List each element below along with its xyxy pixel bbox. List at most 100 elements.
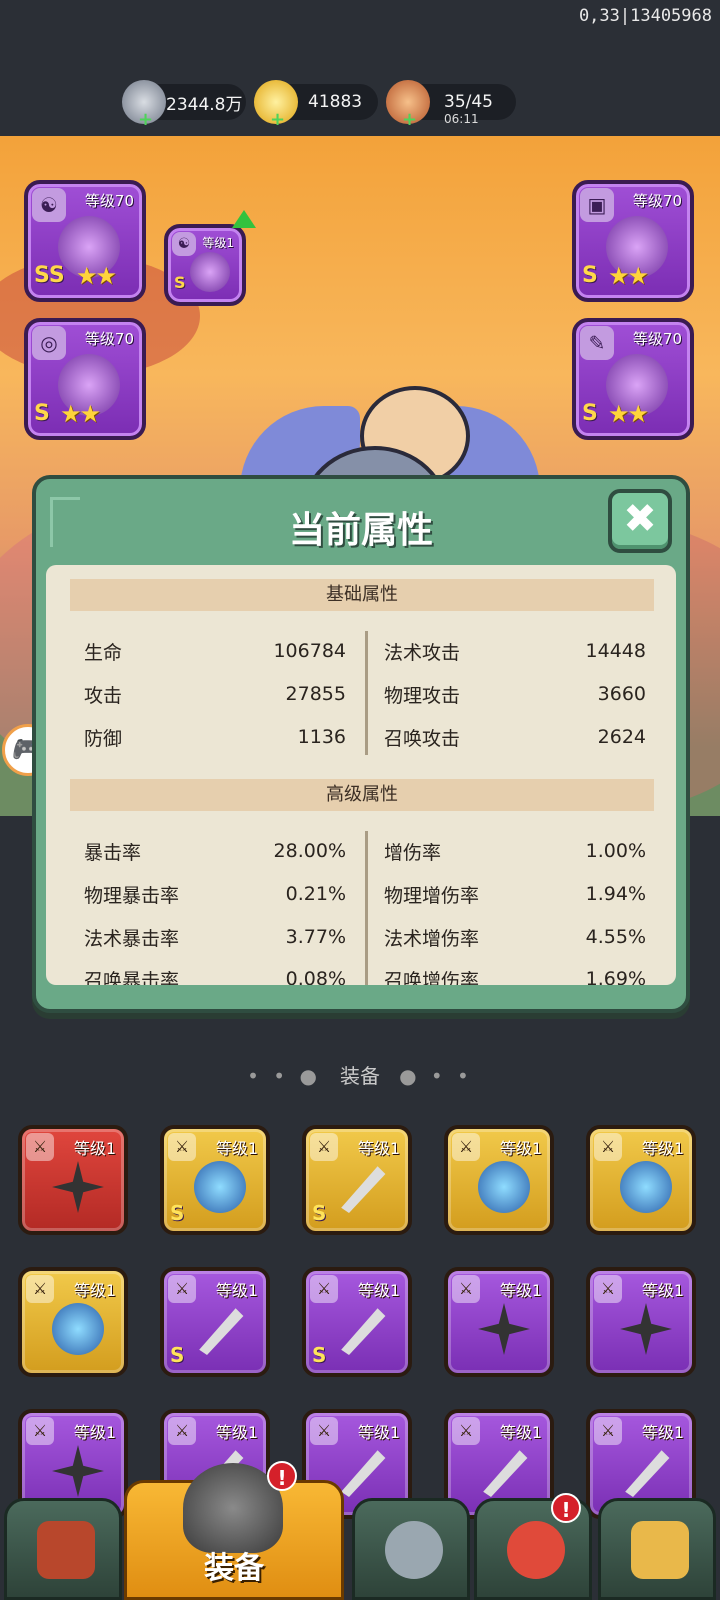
equip-slot-right-mid[interactable]: ✎ 等级70 S ★★ xyxy=(572,318,694,440)
equipment-label: 装备 xyxy=(340,1064,380,1088)
attr-label: 增伤率 xyxy=(384,841,442,864)
attr-value: 1136 xyxy=(297,726,346,748)
attr-row: 物理增伤率 1.94% xyxy=(384,878,646,910)
orb-icon xyxy=(52,1303,104,1355)
equipment-card[interactable]: ⚔ 等级1 xyxy=(444,1267,554,1377)
attr-row: 法术增伤率 4.55% xyxy=(384,921,646,953)
attr-value: 4.55% xyxy=(585,926,646,948)
stamina-value: 35/45 xyxy=(444,92,493,112)
equipment-card[interactable]: ⚔ 等级1 xyxy=(586,1125,696,1235)
equipment-card[interactable]: ⚔ 等级1 xyxy=(586,1267,696,1377)
orb-icon xyxy=(194,1161,246,1213)
weapon-type-icon: ⚔ xyxy=(26,1133,54,1161)
attr-row: 召唤暴击率 0.08% xyxy=(84,963,346,985)
attr-value: 14448 xyxy=(585,640,646,662)
weapon-type-icon: ⚔ xyxy=(168,1133,196,1161)
card-level: 等级1 xyxy=(73,1423,116,1442)
tab-equipment-label: 装备 xyxy=(204,1551,264,1586)
page-dots-left: • • ● xyxy=(247,1064,321,1088)
card-level: 等级1 xyxy=(499,1139,542,1158)
equipment-card[interactable]: ⚔ 等级1 S xyxy=(302,1267,412,1377)
stamina-timer: 06:11 xyxy=(444,112,479,126)
gold-resource[interactable]: + 41883 xyxy=(254,80,378,130)
plus-icon[interactable]: + xyxy=(138,109,153,130)
resource-bar: + 2344.8万 + 41883 + 35/45 06:11 xyxy=(0,80,720,130)
alert-badge: ! xyxy=(267,1461,297,1491)
scroll-icon: ✎ xyxy=(580,326,614,360)
tab-forge[interactable] xyxy=(352,1498,470,1600)
card-grade: S xyxy=(170,1343,185,1367)
card-level: 等级1 xyxy=(357,1281,400,1300)
pagoda-icon xyxy=(37,1521,95,1579)
attr-value: 28.00% xyxy=(273,840,346,862)
plus-icon[interactable]: + xyxy=(402,109,417,130)
tab-pets[interactable]: ! xyxy=(474,1493,592,1600)
plus-icon[interactable]: + xyxy=(270,109,285,130)
tab-equipment[interactable]: ! 装备 xyxy=(124,1461,344,1600)
card-level: 等级1 xyxy=(73,1139,116,1158)
weapon-type-icon: ⚔ xyxy=(310,1275,338,1303)
debug-readout: 0,33|13405968 xyxy=(578,6,712,26)
equip-slot-left-top[interactable]: ☯ 等级70 SS ★★ xyxy=(24,180,146,302)
card-level: 等级1 xyxy=(641,1423,684,1442)
tab-shop[interactable] xyxy=(4,1498,122,1600)
attributes-panel[interactable]: 基础属性 生命 106784 法术攻击 14448 攻击 27855 物理攻击 3660… xyxy=(46,565,676,985)
equipment-card[interactable]: ⚔ 等级1 xyxy=(18,1267,128,1377)
armor-icon: ▣ xyxy=(580,188,614,222)
chain-item-slot[interactable]: ☯ 等级1 S xyxy=(164,224,246,306)
slot-grade: S xyxy=(34,401,50,426)
attr-label: 召唤暴击率 xyxy=(84,969,180,986)
weapon-type-icon: ⚔ xyxy=(310,1417,338,1445)
weapon-type-icon: ⚔ xyxy=(26,1275,54,1303)
equipment-card[interactable]: ⚔ 等级1 S xyxy=(160,1267,270,1377)
attr-row: 攻击 27855 xyxy=(84,678,346,710)
attr-value: 1.94% xyxy=(585,883,646,905)
equip-slot-left-mid[interactable]: ◎ 等级70 S ★★ xyxy=(24,318,146,440)
alert-badge: ! xyxy=(551,1493,581,1523)
card-level: 等级1 xyxy=(357,1139,400,1158)
tab-upgrade[interactable] xyxy=(598,1498,716,1600)
attr-label: 暴击率 xyxy=(84,841,142,864)
attr-row: 召唤攻击 2624 xyxy=(384,721,646,753)
equipment-card[interactable]: ⚔ 等级1 xyxy=(444,1125,554,1235)
weapon-type-icon: ⚔ xyxy=(168,1417,196,1445)
attr-row: 法术攻击 14448 xyxy=(384,635,646,667)
column-divider xyxy=(365,831,368,985)
orb-icon xyxy=(478,1161,530,1213)
card-level: 等级1 xyxy=(641,1281,684,1300)
attr-label: 攻击 xyxy=(84,684,123,707)
equipment-card[interactable]: ⚔ 等级1 S xyxy=(302,1125,412,1235)
basic-attributes-header: 基础属性 xyxy=(70,579,654,611)
slot-grade: SS xyxy=(34,263,65,288)
attr-value: 1.69% xyxy=(585,968,646,985)
silver-value: 2344.8万 xyxy=(166,94,243,115)
card-grade: S xyxy=(312,1201,327,1225)
attr-row: 防御 1136 xyxy=(84,721,346,753)
equip-slot-right-top[interactable]: ▣ 等级70 S ★★ xyxy=(572,180,694,302)
attr-label: 召唤攻击 xyxy=(384,727,461,750)
attr-value: 0.08% xyxy=(285,968,346,985)
column-divider xyxy=(365,631,368,755)
slot-stars: ★★ xyxy=(76,262,117,290)
attr-row: 法术暴击率 3.77% xyxy=(84,921,346,953)
slot-level: 等级70 xyxy=(632,330,682,348)
card-grade: S xyxy=(170,1201,185,1225)
equipment-card[interactable]: ⚔ 等级1 xyxy=(18,1125,128,1235)
medal-icon: ◎ xyxy=(32,326,66,360)
stamina-resource[interactable]: + 35/45 06:11 xyxy=(386,80,516,130)
slot-stars: ★★ xyxy=(608,262,649,290)
orb-icon xyxy=(620,1161,672,1213)
page-dots-right: ● • • xyxy=(399,1064,473,1088)
equipment-grid: ⚔ 等级1 ⚔ 等级1 S ⚔ 等级1 S ⚔ 等级1 ⚔ 等级1 ⚔ 等级1 ⚔ 等级1 S ⚔ 等级1 S ⚔ 等级1… xyxy=(0,1125,720,1519)
card-level: 等级1 xyxy=(499,1423,542,1442)
weapon-type-icon: ⚔ xyxy=(594,1133,622,1161)
crystal-sword-icon xyxy=(190,252,230,292)
equipment-section-label: • • ● 装备 ● • • xyxy=(0,1060,720,1089)
weapon-type-icon: ⚔ xyxy=(452,1275,480,1303)
shuriken-icon xyxy=(52,1161,104,1213)
slot-grade: S xyxy=(174,273,186,292)
silver-resource[interactable]: + 2344.8万 xyxy=(122,80,246,130)
equipment-card[interactable]: ⚔ 等级1 S xyxy=(160,1125,270,1235)
weapon-type-icon: ⚔ xyxy=(452,1133,480,1161)
close-button[interactable]: ✖ xyxy=(608,489,672,553)
